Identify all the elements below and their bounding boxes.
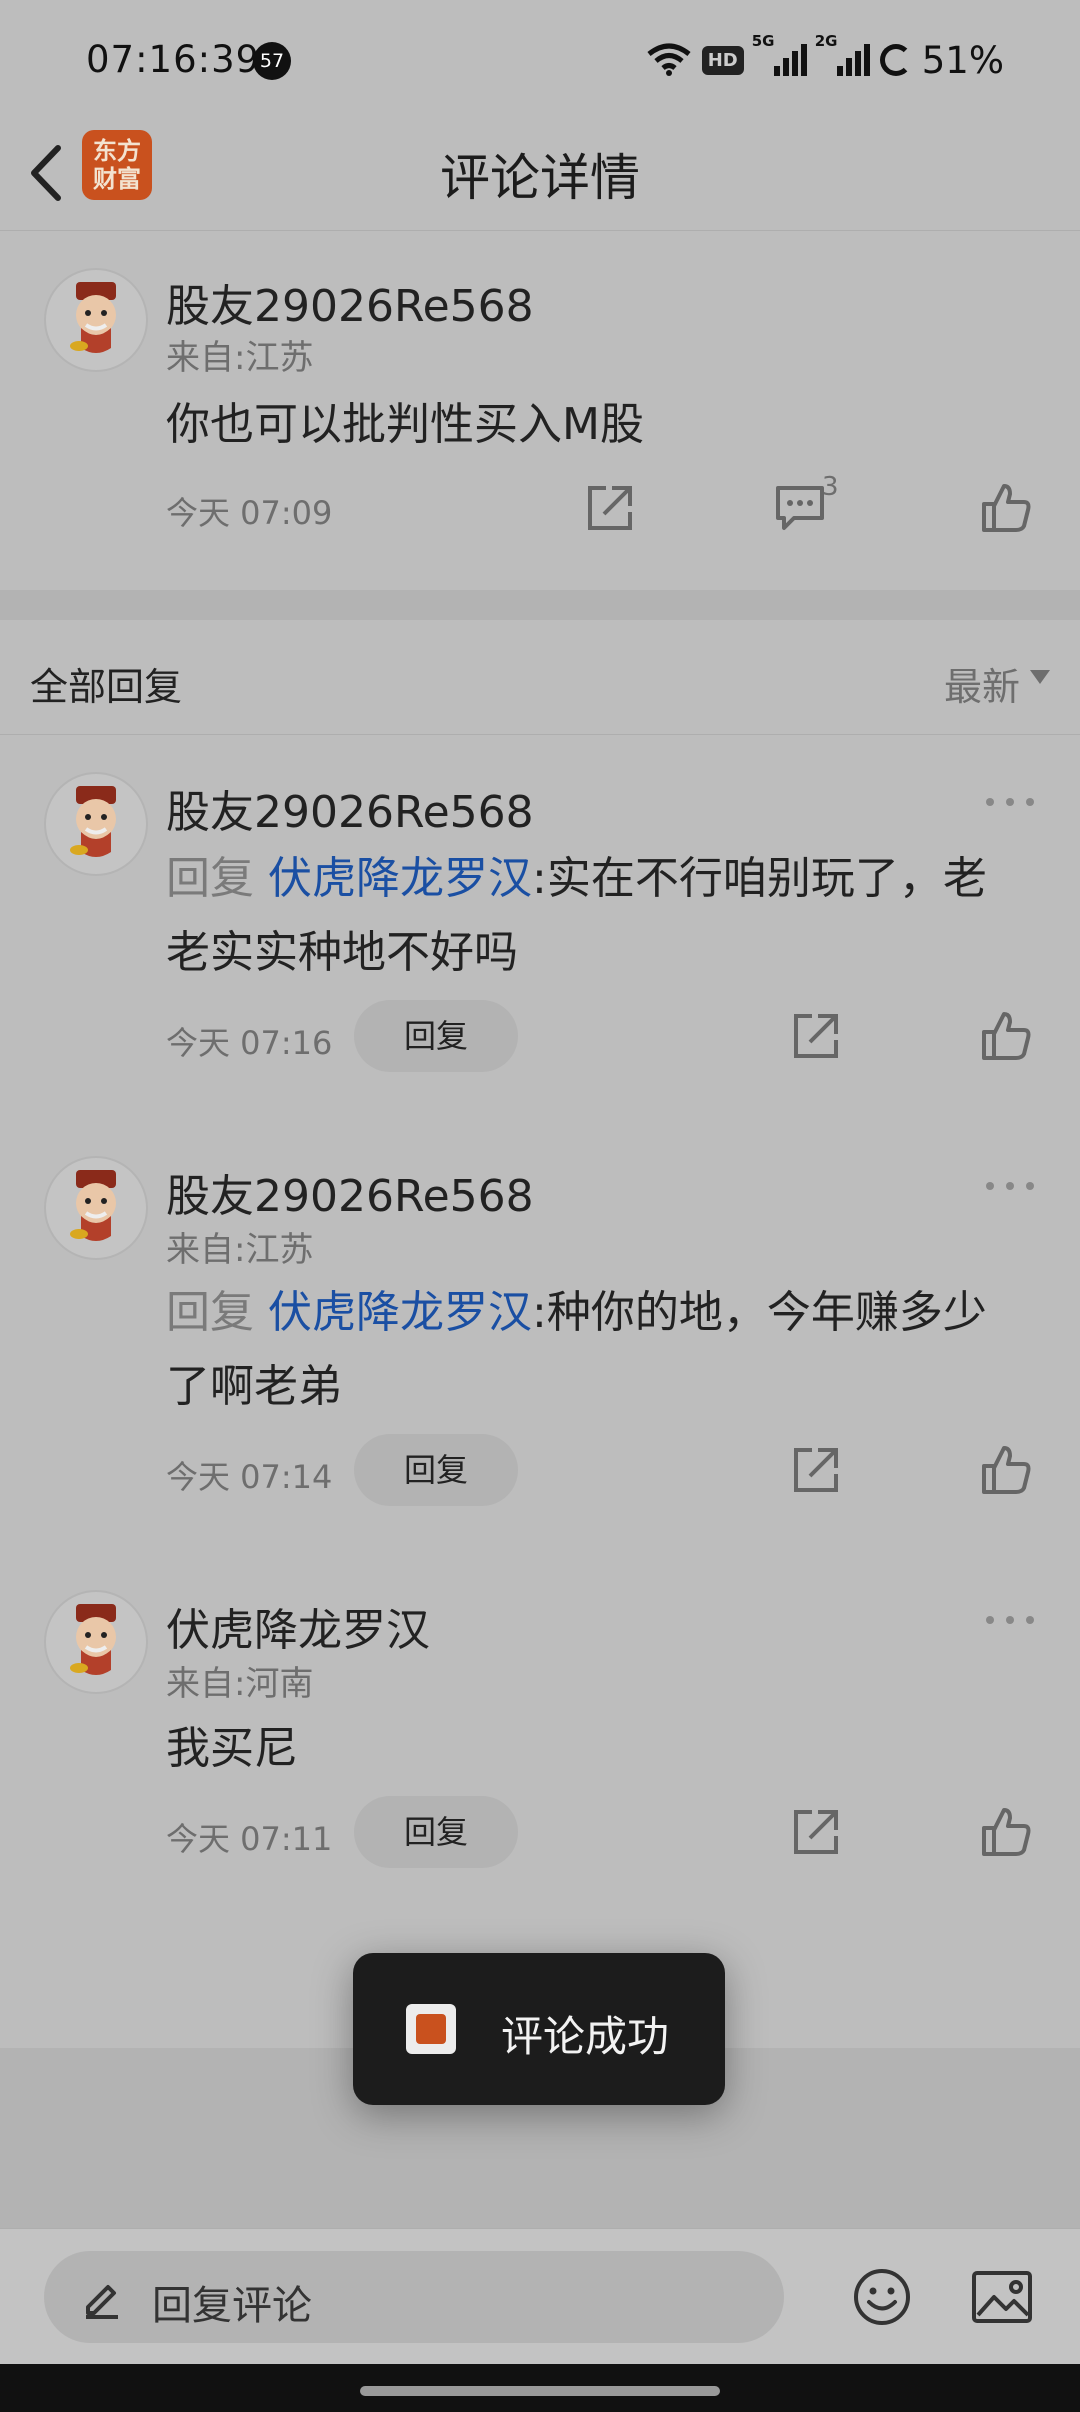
reply-target-link[interactable]: 伏虎降龙罗汉 [268,853,532,904]
signal-2g-icon: 2G [815,32,870,76]
section-divider [0,590,1080,620]
app-header: 评论详情 东方财富 [0,120,1080,231]
reply-text-line1: :种你的地，今年赚多少 [532,1287,987,1338]
app-icon [406,2004,456,2054]
notification-badge: 57 [253,42,291,80]
like-icon[interactable] [978,480,1034,536]
reply-placeholder: 回复评论 [152,2283,312,2329]
reply-location: 来自:江苏 [166,1230,314,1270]
status-icons: HD 5G 2G 51% [646,32,1004,82]
back-arrow-icon[interactable] [20,138,80,208]
comment-location: 来自:江苏 [166,338,314,378]
status-bar: 07:16:39 57 HD 5G 2G 51% [0,0,1080,120]
more-options-icon[interactable] [984,1176,1036,1196]
reply-text-line2: 了啊老弟 [166,1361,342,1412]
hd-badge: HD [701,45,744,75]
caret-down-icon[interactable] [1030,670,1050,684]
bottom-input-bar: 回复评论 [0,2228,1080,2365]
reply-button[interactable]: 回复 [354,1796,518,1868]
like-icon[interactable] [978,1008,1034,1064]
wifi-icon [647,43,691,76]
sort-dropdown[interactable]: 最新 [944,656,1020,711]
reply-target-link[interactable]: 伏虎降龙罗汉 [268,1287,532,1338]
more-options-icon[interactable] [984,1610,1036,1630]
battery-icon [879,44,912,76]
signal-2g-label: 2G [814,32,838,50]
reply-text: 回复 伏虎降龙罗汉:种你的地，今年赚多少 了啊老弟 [166,1276,987,1424]
toast-message: 评论成功 [353,1953,725,2105]
comment-username[interactable]: 股友29026Re568 [166,270,534,334]
emoji-icon[interactable] [852,2267,912,2327]
avatar-mascot-icon [70,1170,116,1241]
system-nav-bar [0,2364,1080,2412]
page-title: 评论详情 [440,149,640,207]
reply-location: 来自:河南 [166,1664,314,1704]
reply-text-line2: 老实实种地不好吗 [166,927,518,978]
reply-username[interactable]: 股友29026Re568 [166,1160,534,1224]
status-time: 07:16:39 [86,38,261,81]
reply-username[interactable]: 股友29026Re568 [166,776,534,840]
avatar[interactable] [44,772,148,876]
avatar[interactable] [44,1156,148,1260]
share-icon[interactable] [788,1442,844,1498]
reply-button[interactable]: 回复 [354,1434,518,1506]
replies-header: 全部回复 最新 [0,620,1080,735]
comment-count: 3 [822,472,839,502]
signal-5g-label: 5G [751,32,775,50]
reply-prefix: 回复 [166,853,254,904]
home-indicator[interactable] [360,2386,720,2396]
battery-percent: 51% [921,38,1004,82]
reply-username[interactable]: 伏虎降龙罗汉 [166,1594,430,1658]
toast-text: 评论成功 [501,2012,670,2061]
reply-time: 今天 07:16 [166,1024,333,1062]
pencil-icon [86,2285,118,2319]
reply-prefix: 回复 [166,1287,254,1338]
more-options-icon[interactable] [984,792,1036,812]
reply-content: 我买尼 [166,1723,298,1774]
share-icon[interactable] [582,480,638,536]
avatar[interactable] [44,1590,148,1694]
share-icon[interactable] [788,1008,844,1064]
avatar-mascot-icon [70,786,116,857]
signal-5g-icon: 5G [752,32,807,76]
like-icon[interactable] [978,1804,1034,1860]
reply-text: 回复 伏虎降龙罗汉:实在不行咱别玩了，老 老实实种地不好吗 [166,842,987,990]
image-icon[interactable] [970,2267,1034,2327]
reply-button[interactable]: 回复 [354,1000,518,1072]
like-icon[interactable] [978,1442,1034,1498]
comment-time: 今天 07:09 [166,494,333,532]
app-logo[interactable]: 东方财富 [82,130,152,200]
comment-icon[interactable] [772,478,828,534]
reply-text-line1: :实在不行咱别玩了，老 [532,853,987,904]
reply-time: 今天 07:11 [166,1820,333,1858]
comment-content: 你也可以批判性买入M股 [166,399,644,450]
share-icon[interactable] [788,1804,844,1860]
reply-input[interactable]: 回复评论 [44,2251,784,2343]
all-replies-label: 全部回复 [30,665,183,709]
avatar-mascot-icon [70,282,116,353]
avatar-mascot-icon [70,1604,116,1675]
reply-time: 今天 07:14 [166,1458,333,1496]
avatar[interactable] [44,268,148,372]
